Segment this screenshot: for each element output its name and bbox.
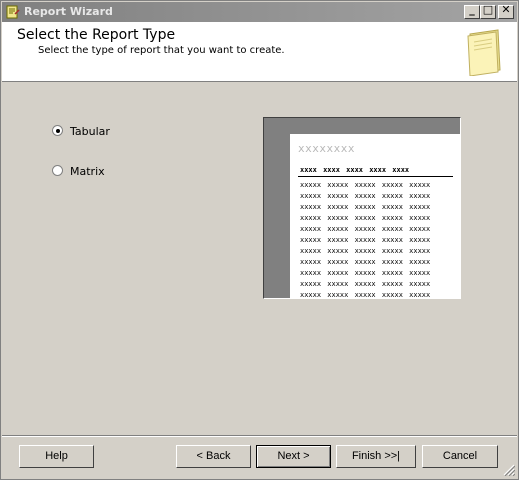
- preview-page: xxxxxxxx xxxx xxxx xxxx xxxx xxxx xxxxx …: [290, 134, 460, 298]
- preview-data-row: xxxxx xxxxx xxxxx xxxxx xxxxx: [300, 291, 431, 298]
- preview-data-row: xxxxx xxxxx xxxxx xxxxx xxxxx: [300, 192, 431, 200]
- preview-data-row: xxxxx xxxxx xxxxx xxxxx xxxxx: [300, 225, 431, 233]
- window-title: Report Wizard: [24, 5, 113, 18]
- finish-button[interactable]: Finish >>|: [336, 445, 416, 468]
- preview-data-row: xxxxx xxxxx xxxxx xxxxx xxxxx: [300, 247, 431, 255]
- preview-title: xxxxxxxx: [298, 142, 355, 155]
- wizard-header: Select the Report Type Select the type o…: [2, 22, 517, 82]
- footer-separator: [2, 435, 517, 437]
- back-button[interactable]: < Back: [176, 445, 251, 468]
- help-button[interactable]: Help: [19, 445, 94, 468]
- preview-header-line: [298, 176, 453, 177]
- title-bar[interactable]: Report Wizard _ □ ✕: [2, 2, 517, 22]
- cancel-button[interactable]: Cancel: [422, 445, 498, 468]
- preview-data-row: xxxxx xxxxx xxxxx xxxxx xxxxx: [300, 280, 431, 288]
- preview-data-row: xxxxx xxxxx xxxxx xxxxx xxxxx: [300, 236, 431, 244]
- matrix-radio[interactable]: [52, 165, 63, 176]
- preview-data-row: xxxxx xxxxx xxxxx xxxxx xxxxx: [300, 181, 431, 189]
- close-button[interactable]: ✕: [498, 3, 514, 19]
- report-wizard-window: Report Wizard _ □ ✕ Select the Report Ty…: [0, 0, 519, 480]
- next-button[interactable]: Next >: [256, 445, 331, 468]
- report-preview: xxxxxxxx xxxx xxxx xxxx xxxx xxxx xxxxx …: [263, 117, 461, 299]
- tabular-radio[interactable]: [52, 125, 63, 136]
- preview-data-row: xxxxx xxxxx xxxxx xxxxx xxxxx: [300, 258, 431, 266]
- preview-data-row: xxxxx xxxxx xxxxx xxxxx xxxxx: [300, 269, 431, 277]
- radio-selected-dot: [56, 129, 60, 133]
- minimize-button[interactable]: _: [464, 3, 480, 19]
- preview-header-row: xxxx xxxx xxxx xxxx xxxx: [300, 166, 410, 174]
- report-wizard-icon: [6, 5, 20, 19]
- maximize-button[interactable]: □: [480, 3, 496, 19]
- tabular-label[interactable]: Tabular: [70, 125, 110, 138]
- preview-data-row: xxxxx xxxxx xxxxx xxxxx xxxxx: [300, 214, 431, 222]
- maximize-icon: □: [482, 3, 494, 16]
- preview-data-row: xxxxx xxxxx xxxxx xxxxx xxxxx: [300, 203, 431, 211]
- page-title: Select the Report Type: [17, 27, 176, 43]
- minimize-icon: _: [469, 3, 475, 16]
- matrix-label[interactable]: Matrix: [70, 165, 105, 178]
- resize-grip-icon[interactable]: [503, 464, 515, 476]
- close-icon: ✕: [501, 3, 511, 16]
- report-document-icon: [467, 29, 501, 76]
- page-subtitle: Select the type of report that you want …: [38, 45, 285, 56]
